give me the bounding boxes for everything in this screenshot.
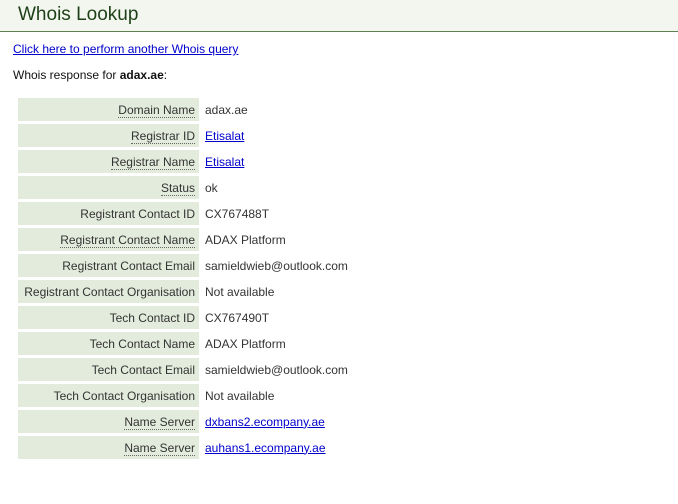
field-value-cell: samieldwieb@outlook.com xyxy=(201,254,409,277)
whois-result-body: Domain Name adax.ae Registrar ID Etisalat Re… xyxy=(18,98,409,459)
field-label: Name Server xyxy=(124,414,195,430)
field-label-cell: Name Server xyxy=(18,410,199,433)
field-value-link[interactable]: Etisalat xyxy=(205,155,244,169)
field-label-cell: Tech Contact ID xyxy=(18,306,199,329)
field-label-cell: Tech Contact Name xyxy=(18,332,199,355)
page-header: Whois Lookup xyxy=(0,0,678,32)
response-suffix: : xyxy=(163,68,168,82)
field-label: Tech Contact Organisation xyxy=(53,388,195,403)
response-prefix: Whois response for xyxy=(13,68,120,82)
whois-result-table: Domain Name adax.ae Registrar ID Etisalat Re… xyxy=(16,95,411,462)
field-label-cell: Registrant Contact Email xyxy=(18,254,199,277)
field-value: CX767490T xyxy=(205,310,270,325)
field-value: ADAX Platform xyxy=(205,336,286,351)
field-label: Name Server xyxy=(124,440,195,456)
whois-row: Domain Name adax.ae xyxy=(18,98,409,121)
field-value-link[interactable]: Etisalat xyxy=(205,129,244,143)
whois-row: Name Server dxbans2.ecompany.ae xyxy=(18,410,409,433)
whois-row: Registrant Contact Name ADAX Platform xyxy=(18,228,409,251)
field-label-cell: Tech Contact Organisation xyxy=(18,384,199,407)
field-label-cell: Name Server xyxy=(18,436,199,459)
field-value: ok xyxy=(205,180,218,195)
whois-row: Registrant Contact Email samieldwieb@outl… xyxy=(18,254,409,277)
field-value-cell: Etisalat xyxy=(201,124,409,147)
field-label-cell: Domain Name xyxy=(18,98,199,121)
whois-row: Tech Contact Name ADAX Platform xyxy=(18,332,409,355)
page-title: Whois Lookup xyxy=(18,4,139,25)
another-query-link[interactable]: Click here to perform another Whois quer… xyxy=(13,42,238,56)
field-label-cell: Tech Contact Email xyxy=(18,358,199,381)
whois-row: Registrant Contact Organisation Not avail… xyxy=(18,280,409,303)
field-label: Registrant Contact Email xyxy=(62,258,195,273)
field-label: Registrar Name xyxy=(110,154,195,170)
field-label-cell: Registrant Contact ID xyxy=(18,202,199,225)
field-label: Status xyxy=(160,180,195,196)
field-value: Not available xyxy=(205,284,275,299)
field-label-cell: Registrar Name xyxy=(18,150,199,173)
field-value-cell: CX767488T xyxy=(201,202,409,225)
whois-row: Registrar Name Etisalat xyxy=(18,150,409,173)
whois-response-heading: Whois response for adax.ae: xyxy=(13,68,167,82)
whois-row: Name Server auhans1.ecompany.ae xyxy=(18,436,409,459)
field-value-cell: adax.ae xyxy=(201,98,409,121)
whois-row: Tech Contact Email samieldwieb@outlook.co… xyxy=(18,358,409,381)
field-label: Tech Contact Email xyxy=(91,362,195,377)
whois-row: Tech Contact Organisation Not available xyxy=(18,384,409,407)
field-value-cell: Not available xyxy=(201,280,409,303)
field-label-cell: Registrant Contact Name xyxy=(18,228,199,251)
queried-domain: adax.ae xyxy=(119,68,164,82)
field-label: Domain Name xyxy=(118,102,195,118)
field-value-cell: ADAX Platform xyxy=(201,332,409,355)
field-value-cell: samieldwieb@outlook.com xyxy=(201,358,409,381)
field-label: Tech Contact ID xyxy=(109,310,195,325)
field-value-cell: dxbans2.ecompany.ae xyxy=(201,410,409,433)
whois-row: Status ok xyxy=(18,176,409,199)
whois-row: Registrar ID Etisalat xyxy=(18,124,409,147)
field-label: Registrar ID xyxy=(130,128,195,144)
field-value-cell: Not available xyxy=(201,384,409,407)
field-label: Tech Contact Name xyxy=(89,336,195,351)
field-label-cell: Registrar ID xyxy=(18,124,199,147)
field-value: CX767488T xyxy=(205,206,270,221)
field-label: Registrant Contact Organisation xyxy=(24,284,195,299)
field-value: ADAX Platform xyxy=(205,232,286,247)
field-value-cell: ok xyxy=(201,176,409,199)
field-value-link[interactable]: auhans1.ecompany.ae xyxy=(205,441,326,455)
field-value: samieldwieb@outlook.com xyxy=(205,258,348,273)
field-value-cell: CX767490T xyxy=(201,306,409,329)
field-value-link[interactable]: dxbans2.ecompany.ae xyxy=(205,415,325,429)
field-value: adax.ae xyxy=(205,102,248,117)
field-label: Registrant Contact Name xyxy=(60,232,195,248)
field-value-cell: ADAX Platform xyxy=(201,228,409,251)
whois-row: Tech Contact ID CX767490T xyxy=(18,306,409,329)
whois-row: Registrant Contact ID CX767488T xyxy=(18,202,409,225)
field-label-cell: Status xyxy=(18,176,199,199)
field-value: Not available xyxy=(205,388,275,403)
field-value-cell: Etisalat xyxy=(201,150,409,173)
field-value: samieldwieb@outlook.com xyxy=(205,362,348,377)
field-value-cell: auhans1.ecompany.ae xyxy=(201,436,409,459)
field-label: Registrant Contact ID xyxy=(80,206,195,221)
field-label-cell: Registrant Contact Organisation xyxy=(18,280,199,303)
